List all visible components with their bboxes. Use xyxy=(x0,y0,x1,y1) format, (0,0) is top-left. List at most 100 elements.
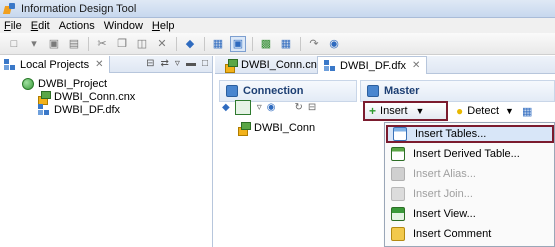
link-editor-icon[interactable]: ⇄ xyxy=(161,58,169,69)
connection-toolbar: ◆ ▿ ◉ ↻ ⊟ xyxy=(222,98,362,116)
menu-item-insert-tables[interactable]: Insert Tables... xyxy=(386,125,554,143)
app-icon xyxy=(4,2,16,15)
paste-icon[interactable]: ◫ xyxy=(134,36,150,52)
collapse-all-icon[interactable]: ⊟ xyxy=(146,58,154,69)
master-toolbar: + Insert ▼ ● Detect ▼ ▦ xyxy=(363,100,532,122)
tab-local-projects[interactable]: Local Projects ✕ xyxy=(0,56,111,73)
tree-item-data-foundation[interactable]: DWBI_DF.dfx xyxy=(38,103,120,117)
toolbar-separator xyxy=(88,36,89,51)
data-foundation-file-icon xyxy=(324,59,336,72)
menu-window[interactable]: Window xyxy=(104,20,143,32)
connection-icon[interactable]: ◆ xyxy=(182,36,198,52)
connection-item-label: DWBI_Conn xyxy=(254,122,316,134)
toolbar-separator xyxy=(300,36,301,51)
layer-icon[interactable]: ▩ xyxy=(258,36,274,52)
editor-tabbar: DWBI_Conn.cnx DWBI_DF.dfx ✕ xyxy=(215,56,555,74)
master-section-title: Master xyxy=(384,85,420,97)
menu-item-label: Insert Join... xyxy=(413,188,473,200)
menu-file[interactable]: File xyxy=(4,20,22,32)
chevron-down-icon: ▼ xyxy=(415,106,425,116)
link-icon[interactable]: ↷ xyxy=(306,36,322,52)
local-projects-icon xyxy=(4,58,16,71)
insert-dropdown-menu: Insert Tables... Insert Derived Table...… xyxy=(384,122,555,247)
save-icon[interactable]: ▣ xyxy=(46,36,62,52)
title-bar: Information Design Tool xyxy=(0,0,555,18)
new-icon[interactable]: □ xyxy=(6,36,22,52)
project-icon[interactable]: ▦ xyxy=(210,36,226,52)
filter-icon[interactable]: ▿ xyxy=(257,102,262,113)
close-icon[interactable]: ✕ xyxy=(412,60,420,71)
tab-dwbi-conn[interactable]: DWBI_Conn.cnx xyxy=(219,56,328,74)
toolbar-separator xyxy=(252,36,253,51)
plus-icon: + xyxy=(369,104,377,118)
connection-icon xyxy=(238,122,251,136)
insert-derived-table-icon xyxy=(391,147,405,161)
query-icon[interactable]: ▦ xyxy=(278,36,294,52)
insert-button-label: Insert xyxy=(380,105,408,117)
window-title: Information Design Tool xyxy=(21,2,137,15)
menu-item-insert-alias: Insert Alias... xyxy=(386,165,554,183)
menu-edit[interactable]: Edit xyxy=(31,20,50,32)
master-header-icon xyxy=(367,85,379,97)
view-menu-icon[interactable]: ▿ xyxy=(175,58,180,69)
connection-item[interactable]: DWBI_Conn xyxy=(238,121,316,136)
toolbar-separator xyxy=(204,36,205,51)
cut-icon[interactable]: ✂ xyxy=(94,36,110,52)
menu-item-insert-derived-table[interactable]: Insert Derived Table... xyxy=(386,145,554,163)
menu-item-label: Insert View... xyxy=(413,208,476,220)
lightbulb-icon: ● xyxy=(456,104,464,118)
chevron-down-icon: ▼ xyxy=(505,106,514,116)
tree-item-project[interactable]: DWBI_Project xyxy=(22,77,107,91)
panel-tabbar: Local Projects ✕ ⊟ ⇄ ▿ ▬ □ xyxy=(0,56,212,73)
tab-local-projects-label: Local Projects xyxy=(20,58,90,71)
menu-item-label: Insert Alias... xyxy=(413,168,476,180)
tree-item-label: DWBI_DF.dfx xyxy=(54,104,121,116)
toolbar-separator xyxy=(176,36,177,51)
menu-item-label: Insert Derived Table... xyxy=(413,148,520,160)
select-connection-icon[interactable] xyxy=(234,99,251,115)
menu-help[interactable]: Help xyxy=(152,20,175,32)
detect-button[interactable]: ● Detect ▼ xyxy=(456,104,514,118)
binoculars-icon[interactable]: ◉ xyxy=(326,36,342,52)
layout-icon[interactable]: ▦ xyxy=(522,105,532,118)
insert-alias-icon xyxy=(391,167,405,181)
tree-item-label: DWBI_Project xyxy=(38,78,108,90)
insert-comment-icon xyxy=(391,227,405,241)
connection-file-icon xyxy=(225,59,238,73)
insert-button[interactable]: + Insert ▼ xyxy=(363,101,448,121)
menu-actions[interactable]: Actions xyxy=(59,20,95,32)
main-toolbar: □ ▾ ▣ ▤ ✂ ❐ ◫ ✕ ◆ ▦ ▣ ▩ ▦ ↷ ◉ xyxy=(0,33,555,55)
tree-item-label: DWBI_Conn.cnx xyxy=(54,91,136,103)
insert-join-icon xyxy=(391,187,405,201)
insert-tables-icon xyxy=(393,127,407,141)
delete-icon[interactable]: ✕ xyxy=(154,36,170,52)
connection-header-icon xyxy=(226,85,238,97)
project-icon xyxy=(22,78,34,90)
dropdown-arrow-icon[interactable]: ▾ xyxy=(26,36,42,52)
detect-button-label: Detect xyxy=(467,105,500,117)
tree-item-connection[interactable]: DWBI_Conn.cnx xyxy=(38,90,136,105)
copy-icon[interactable]: ❐ xyxy=(114,36,130,52)
data-foundation-file-icon xyxy=(38,104,50,116)
data-foundation-icon[interactable]: ▣ xyxy=(230,35,246,52)
search-icon[interactable]: ◉ xyxy=(267,102,276,113)
tab-dwbi-df[interactable]: DWBI_DF.dfx ✕ xyxy=(317,56,428,74)
menu-bar: File Edit Actions Window Help xyxy=(0,18,555,33)
panel-tools: ⊟ ⇄ ▿ ▬ □ xyxy=(146,58,208,69)
save-all-icon[interactable]: ▤ xyxy=(66,36,82,52)
tab-label: DWBI_DF.dfx xyxy=(340,59,407,72)
maximize-icon[interactable]: □ xyxy=(202,58,208,69)
insert-view-icon xyxy=(391,207,405,221)
local-projects-panel: Local Projects ✕ ⊟ ⇄ ▿ ▬ □ DWBI_Project … xyxy=(0,56,213,247)
menu-item-label: Insert Comment xyxy=(413,228,492,240)
menu-item-insert-view[interactable]: Insert View... xyxy=(386,205,554,223)
connection-file-icon xyxy=(38,91,51,105)
menu-item-insert-comment[interactable]: Insert Comment xyxy=(386,225,554,243)
close-icon[interactable]: ✕ xyxy=(95,59,103,70)
menu-item-insert-join: Insert Join... xyxy=(386,185,554,203)
master-section-header: Master xyxy=(360,80,555,102)
refresh-icon[interactable]: ↻ xyxy=(294,102,302,113)
collapse-icon[interactable]: ⊟ xyxy=(308,102,316,113)
minimize-icon[interactable]: ▬ xyxy=(186,58,196,69)
connection-props-icon[interactable]: ◆ xyxy=(222,102,230,113)
